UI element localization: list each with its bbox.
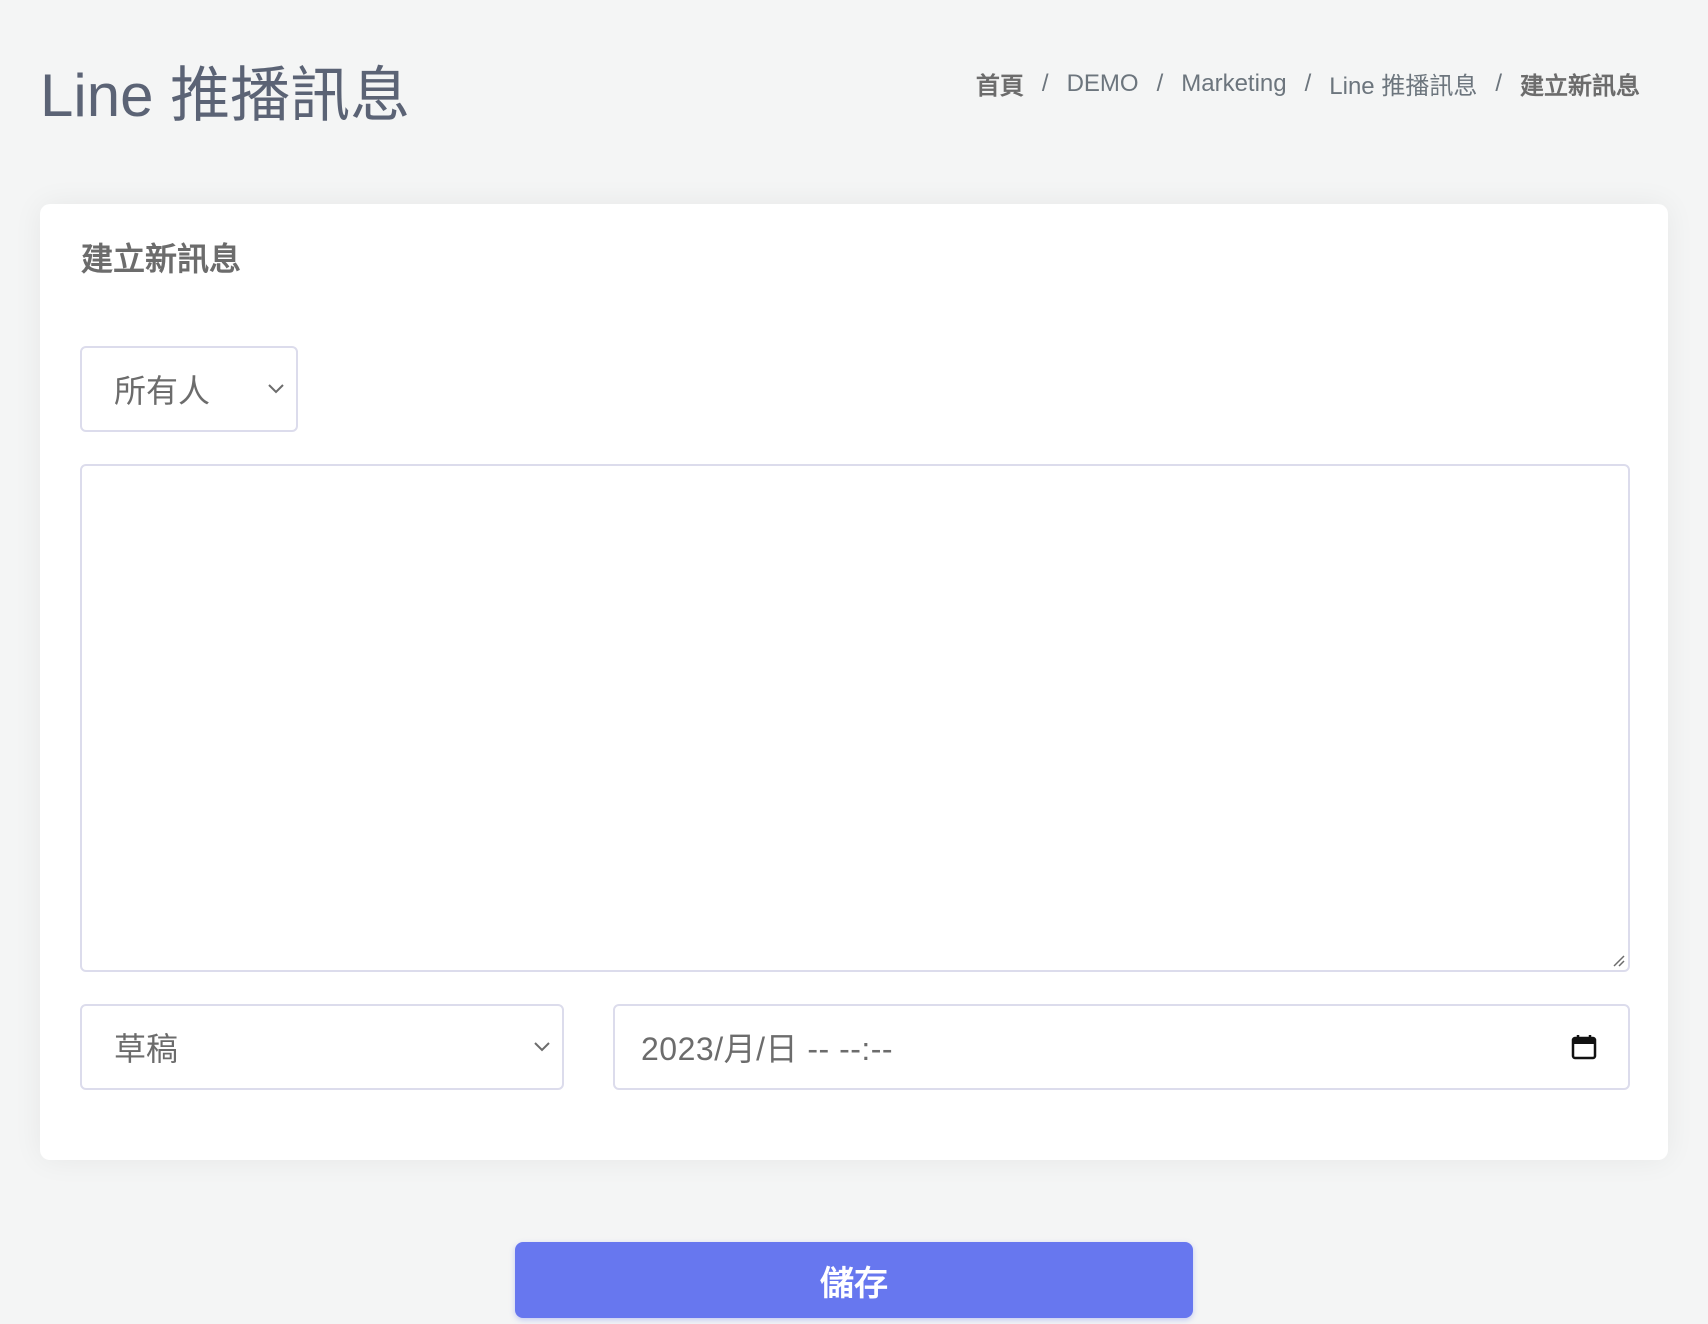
breadcrumb-separator: / [1041,69,1049,97]
breadcrumb-item-home[interactable]: 首頁 [976,66,1024,101]
breadcrumb-separator: / [1495,69,1502,97]
message-textarea[interactable] [80,464,1630,972]
breadcrumb: 首頁 / DEMO / Marketing / Line 推播訊息 / 建立新訊… [976,66,1640,101]
audience-select-value: 所有人 [114,373,211,409]
breadcrumb-item-marketing[interactable]: Marketing [1181,70,1286,98]
audience-select[interactable]: 所有人 [80,346,298,432]
status-select-value: 草稿 [114,1031,179,1067]
breadcrumb-separator: / [1156,69,1164,97]
breadcrumb-item-line-push[interactable]: Line 推播訊息 [1329,66,1477,101]
page-title: Line 推播訊息 [40,62,411,129]
status-select[interactable]: 草稿 [80,1004,564,1090]
resize-handle-icon[interactable] [1610,952,1626,968]
card-title: 建立新訊息 [81,241,242,277]
save-button[interactable]: 儲存 [515,1242,1193,1318]
chevron-down-icon [534,1042,550,1052]
schedule-datetime-value: 2023/月/日 -- --:-- [641,1031,894,1067]
schedule-datetime-input[interactable]: 2023/月/日 -- --:-- [613,1004,1630,1090]
breadcrumb-item-current: 建立新訊息 [1520,73,1640,100]
calendar-icon[interactable] [1570,1033,1598,1061]
breadcrumb-separator: / [1304,69,1312,97]
create-message-card: 建立新訊息 所有人 草稿 2023/月/日 -- --:-- [40,204,1668,1160]
breadcrumb-item-demo[interactable]: DEMO [1067,70,1139,98]
chevron-down-icon [268,384,284,394]
page-header: Line 推播訊息 首頁 / DEMO / Marketing / Line 推… [40,58,1640,138]
